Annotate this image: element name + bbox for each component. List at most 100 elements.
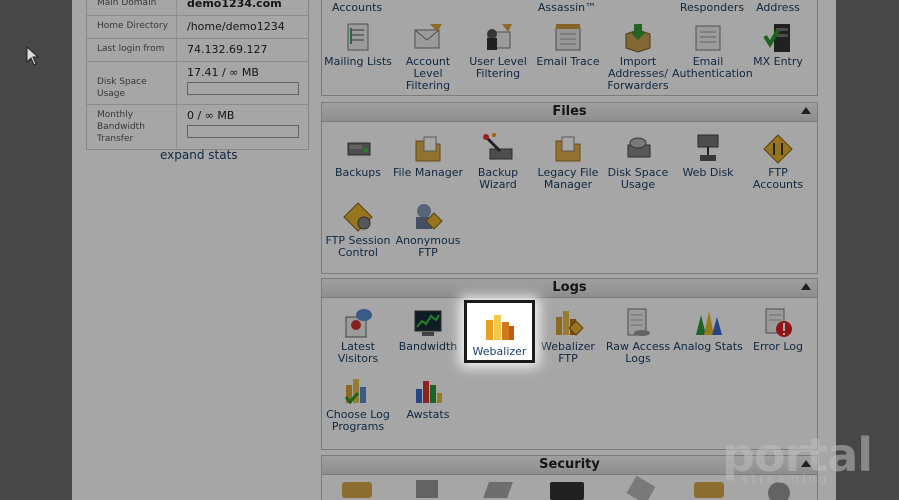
ftp-session-control-item[interactable]: FTP Session Control: [322, 201, 394, 259]
stat-value-cell: 17.41 / ∞ MB: [177, 62, 308, 104]
bandwidth-item[interactable]: Bandwidth: [392, 307, 464, 353]
watermark-subtitle: streaming: [742, 472, 830, 486]
stat-row-bandwidth: Monthly Bandwidth Transfer 0 / ∞ MB: [87, 105, 308, 149]
bandwidth-usage-bar: [187, 125, 299, 138]
email-authentication-item[interactable]: Email Authentication: [672, 22, 753, 80]
stat-row-disk-space: Disk Space Usage 17.41 / ∞ MB: [87, 62, 308, 105]
collapse-arrow-icon[interactable]: [801, 107, 811, 114]
analog-chart-icon: [692, 307, 724, 339]
ftp-accounts-item[interactable]: FTP Accounts: [742, 133, 814, 191]
item-label: File Manager: [392, 166, 464, 179]
item-label: Account Level Filtering: [405, 55, 451, 92]
user-filter-icon: [482, 22, 514, 54]
stat-value: 17.41 / ∞ MB: [187, 66, 259, 79]
disk-usage-icon: [622, 133, 654, 165]
web-disk-item[interactable]: Web Disk: [672, 133, 744, 179]
item-label: Webalizer: [472, 345, 527, 358]
mailing-lists-item[interactable]: Mailing Lists: [322, 22, 394, 68]
error-log-item[interactable]: Error Log: [742, 307, 814, 353]
folder-icon: [412, 133, 444, 165]
error-log-icon: [762, 307, 794, 339]
server-icon: [762, 22, 794, 54]
item-label: User Level Filtering: [469, 55, 527, 80]
network-disk-icon: [692, 133, 724, 165]
visitors-icon: [342, 307, 374, 339]
mx-entry-item[interactable]: MX Entry: [742, 22, 814, 68]
logs-panel: Logs Latest Visitors Bandwidth Webalizer…: [321, 278, 818, 450]
webalizer-item[interactable]: Webalizer: [464, 300, 535, 363]
disk-space-usage-item[interactable]: Disk Space Usage: [602, 133, 674, 191]
folder-icon: [552, 133, 584, 165]
printer-icon[interactable]: [416, 480, 438, 498]
file-manager-item[interactable]: File Manager: [392, 133, 464, 179]
item-label: Backup Wizard: [477, 166, 519, 191]
stat-label: Disk Space Usage: [87, 62, 177, 104]
envelope-filter-icon: [412, 22, 444, 54]
item-label: Import Addresses/ Forwarders: [607, 55, 669, 92]
disk-usage-bar: [187, 82, 299, 95]
awstats-icon: [412, 375, 444, 407]
item-label: Webalizer FTP: [541, 340, 595, 365]
stat-row-home-directory: Home Directory /home/demo1234: [87, 16, 308, 39]
legacy-file-manager-item[interactable]: Legacy File Manager: [532, 133, 604, 191]
email-auth-icon: [692, 22, 724, 54]
cpanel-page: Main Domain demo1234.com Home Directory …: [72, 0, 836, 500]
ftp-sign-icon: [762, 133, 794, 165]
mouse-pointer-icon: [26, 46, 40, 66]
stat-value: /home/demo1234: [187, 20, 285, 33]
email-trace-icon: [552, 22, 584, 54]
user-level-filtering-item[interactable]: User Level Filtering: [462, 22, 534, 80]
partial-label[interactable]: Assassin™: [532, 2, 602, 14]
ssh-terminal-icon[interactable]: [550, 482, 584, 500]
stats-panel: Main Domain demo1234.com Home Directory …: [86, 0, 309, 150]
folder-key-icon[interactable]: [694, 482, 724, 498]
item-label: FTP Accounts: [752, 166, 804, 191]
item-label: Error Log: [753, 340, 803, 353]
email-trace-item[interactable]: Email Trace: [532, 22, 604, 68]
panel-title: Files: [552, 104, 587, 119]
backup-wizard-item[interactable]: Backup Wizard: [462, 133, 534, 191]
anonymous-ftp-item[interactable]: Anonymous FTP: [392, 201, 464, 259]
item-label: Analog Stats: [673, 340, 743, 353]
mailing-list-icon: [342, 22, 374, 54]
stat-value: 74.132.69.127: [187, 43, 268, 56]
partial-label[interactable]: Responders: [672, 2, 752, 14]
webalizer-chart-icon: [484, 312, 516, 344]
item-label: Legacy File Manager: [537, 166, 599, 191]
backup-disk-icon: [342, 133, 374, 165]
item-label: Choose Log Programs: [326, 408, 390, 433]
item-label: Disk Space Usage: [607, 166, 669, 191]
anonymous-user-icon: [412, 201, 444, 233]
item-label: Raw Access Logs: [605, 340, 671, 365]
latest-visitors-item[interactable]: Latest Visitors: [322, 307, 394, 365]
stat-label: Last login from: [87, 39, 177, 61]
stat-label: Monthly Bandwidth Transfer: [87, 105, 177, 149]
import-box-icon: [622, 22, 654, 54]
item-label: Email Trace: [536, 55, 600, 68]
choose-log-programs-item[interactable]: Choose Log Programs: [322, 375, 394, 433]
folder-lock-icon[interactable]: [342, 482, 372, 498]
account-level-filtering-item[interactable]: Account Level Filtering: [392, 22, 464, 92]
collapse-arrow-icon[interactable]: [801, 283, 811, 290]
item-label: FTP Session Control: [325, 234, 391, 259]
expand-stats-link[interactable]: expand stats: [160, 148, 238, 162]
item-label: Mailing Lists: [324, 55, 392, 68]
choose-log-icon: [342, 375, 374, 407]
logs-panel-header: Logs: [322, 279, 817, 298]
raw-log-icon: [622, 307, 654, 339]
raw-access-logs-item[interactable]: Raw Access Logs: [602, 307, 674, 365]
backups-item[interactable]: Backups: [322, 133, 394, 179]
stat-value: 0 / ∞ MB: [187, 109, 235, 122]
webalizer-ftp-item[interactable]: Webalizer FTP: [532, 307, 604, 365]
partial-label[interactable]: Address: [750, 2, 806, 14]
certificate-icon[interactable]: [626, 475, 656, 500]
files-panel: Files Backups File Manager Backup Wizard…: [321, 102, 818, 274]
partial-label[interactable]: Accounts: [332, 2, 382, 14]
analog-stats-item[interactable]: Analog Stats: [672, 307, 744, 353]
import-addresses-item[interactable]: Import Addresses/ Forwarders: [602, 22, 674, 92]
awstats-item[interactable]: Awstats: [392, 375, 464, 421]
key-icon[interactable]: [483, 482, 513, 498]
panel-title: Logs: [552, 280, 587, 295]
ftp-session-icon: [342, 201, 374, 233]
item-label: Web Disk: [682, 166, 734, 179]
